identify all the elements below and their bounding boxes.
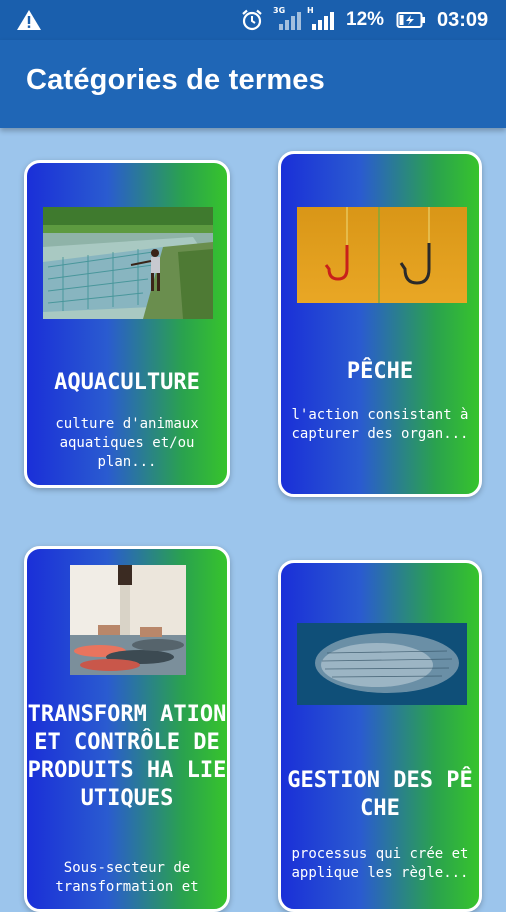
signal-3g-icon: 3G <box>273 0 303 40</box>
category-description: processus qui crée et applique les règle… <box>291 846 469 881</box>
category-card-peche[interactable]: PÊCHE l'action consistant à capturer des… <box>278 151 482 497</box>
alarm-icon <box>240 0 264 40</box>
fish-processing-photo <box>70 565 186 675</box>
category-card-gestion[interactable]: GESTION DES PÊCHE processus qui crée et … <box>278 560 482 912</box>
battery-charging-icon <box>396 0 426 40</box>
category-card-aquaculture[interactable]: AQUACULTURE culture d'animaux aquatiques… <box>24 160 230 488</box>
page-title: Catégories de termes <box>26 64 325 96</box>
network-3g-label: 3G <box>273 6 286 15</box>
category-description: culture d'animaux aquatiques et/ou plan.… <box>55 416 199 470</box>
warning-icon <box>16 0 42 40</box>
battery-percent: 12% <box>346 9 385 30</box>
fishing-hooks-photo <box>297 207 467 303</box>
signal-h-icon: H <box>306 0 336 40</box>
fish-farm-photo <box>43 207 213 319</box>
network-h-label: H <box>307 6 314 15</box>
category-title: PÊCHE <box>346 359 414 384</box>
category-title: GESTION DES PÊCHE <box>287 768 473 821</box>
category-title: TRANSFORM ATION ET CONTRÔLE DE PRODUITS … <box>27 702 227 811</box>
category-description: l'action consistant à capturer des organ… <box>291 407 469 442</box>
category-title: AQUACULTURE <box>54 370 200 395</box>
app-bar: Catégories de termes <box>0 40 506 128</box>
category-description: Sous-secteur de transformation et <box>55 860 199 895</box>
fish-school-photo <box>297 623 467 705</box>
status-bar: 3G H 12% 03:09 <box>0 0 506 40</box>
clock: 03:09 <box>437 8 489 31</box>
category-card-transformation[interactable]: TRANSFORM ATION ET CONTRÔLE DE PRODUITS … <box>24 546 230 912</box>
